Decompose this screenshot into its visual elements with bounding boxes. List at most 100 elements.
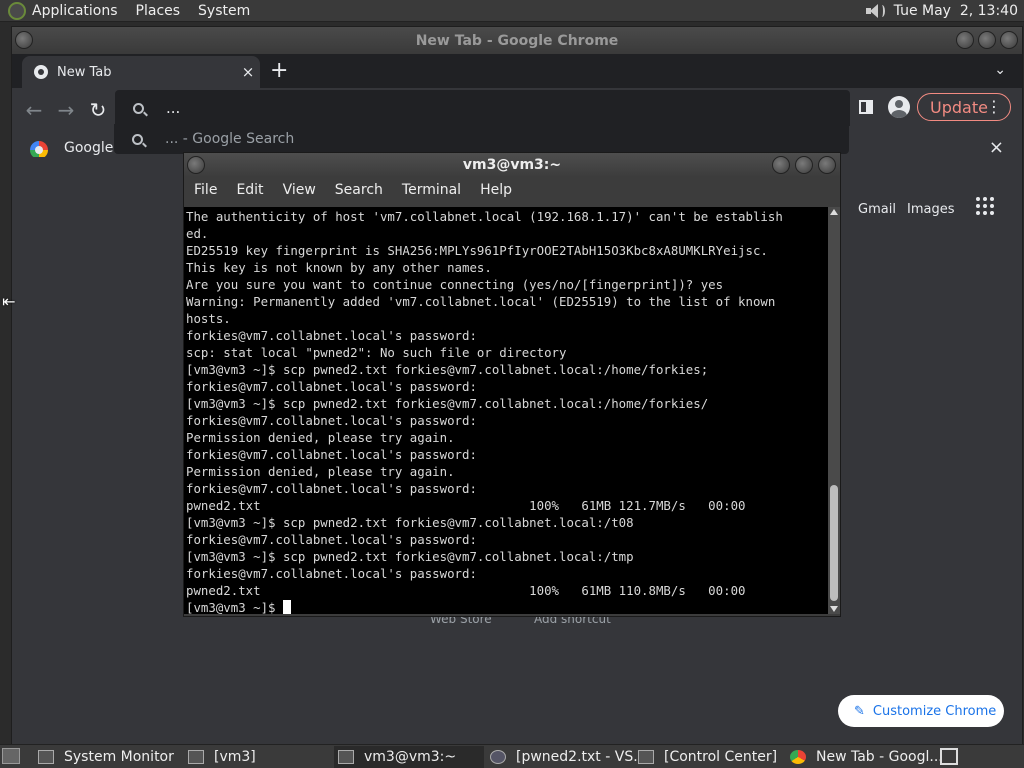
chrome-window-title: New Tab - Google Chrome <box>415 32 619 49</box>
side-panel-icon[interactable] <box>859 100 873 114</box>
address-bar[interactable]: ... <box>115 90 850 126</box>
terminal-line: forkies@vm7.collabnet.local's password: <box>186 328 477 343</box>
chrome-favicon-icon <box>34 65 48 79</box>
tab-search-icon[interactable]: ⌄ <box>994 62 1006 78</box>
menu-system[interactable]: System <box>198 3 250 19</box>
address-text[interactable]: ... <box>166 99 180 117</box>
terminal-line: [vm3@vm3 ~]$ scp pwned2.txt forkies@vm7.… <box>186 396 709 411</box>
scrollbar-thumb[interactable] <box>830 485 838 601</box>
terminal-window: vm3@vm3:~ File Edit View Search Terminal… <box>183 152 841 617</box>
menu-edit[interactable]: Edit <box>236 182 263 198</box>
workspace-switcher-icon[interactable] <box>940 748 958 765</box>
terminal-line: forkies@vm7.collabnet.local's password: <box>186 566 477 581</box>
terminal-line: [vm3@vm3 ~]$ scp pwned2.txt forkies@vm7.… <box>186 515 634 530</box>
profile-avatar-icon[interactable] <box>888 96 910 118</box>
minimize-icon[interactable] <box>772 156 790 174</box>
terminal-line: This key is not known by any other names… <box>186 260 492 275</box>
folder-icon <box>188 750 204 764</box>
menu-search[interactable]: Search <box>335 182 383 198</box>
terminal-prompt-line[interactable]: [vm3@vm3 ~]$ <box>186 599 828 614</box>
images-link[interactable]: Images <box>907 202 955 217</box>
gmail-link[interactable]: Gmail <box>858 202 896 217</box>
terminal-line: forkies@vm7.collabnet.local's password: <box>186 379 477 394</box>
reload-button[interactable]: ↻ <box>86 98 110 122</box>
terminal-line: pwned2.txt 100% 61MB 110.8MB/s 00:00 <box>186 583 746 598</box>
terminal-title: vm3@vm3:~ <box>462 157 562 173</box>
terminal-line: scp: stat local "pwned2": No such file o… <box>186 345 567 360</box>
suggestion-text[interactable]: ... - Google Search <box>165 131 294 147</box>
maximize-icon[interactable] <box>795 156 813 174</box>
terminal-line: Permission denied, please try again. <box>186 430 455 445</box>
google-apps-icon[interactable] <box>976 197 994 215</box>
task-label: vm3@vm3:~ <box>364 749 457 765</box>
terminal-line: forkies@vm7.collabnet.local's password: <box>186 413 477 428</box>
chrome-icon <box>790 750 806 764</box>
terminal-line: The authenticity of host 'vm7.collabnet.… <box>186 209 783 224</box>
new-tab-button[interactable]: + <box>270 60 288 82</box>
menu-terminal[interactable]: Terminal <box>402 182 461 198</box>
distro-logo-icon[interactable] <box>8 1 26 20</box>
task-vm3-folder[interactable]: [vm3] <box>188 746 256 768</box>
bookmark-google[interactable]: Google <box>64 140 113 156</box>
taskbar: System Monitor [vm3] vm3@vm3:~ [pwned2.t… <box>0 744 1024 768</box>
minimize-icon[interactable] <box>956 31 974 49</box>
resize-cursor-icon: ⇤ <box>2 292 16 311</box>
back-button[interactable]: ← <box>22 98 46 122</box>
terminal-line: forkies@vm7.collabnet.local's password: <box>186 447 477 462</box>
terminal-line: [vm3@vm3 ~]$ scp pwned2.txt forkies@vm7.… <box>186 362 709 377</box>
scroll-up-icon[interactable] <box>830 209 838 215</box>
customize-chrome-button[interactable]: ✎ Customize Chrome <box>838 695 1004 727</box>
forward-button[interactable]: → <box>54 98 78 122</box>
terminal-scrollbar[interactable] <box>828 207 840 614</box>
chrome-titlebar[interactable]: New Tab - Google Chrome <box>12 27 1022 54</box>
close-window-icon[interactable] <box>818 156 836 174</box>
task-chrome[interactable]: New Tab - Googl... <box>790 746 943 768</box>
terminal-line: Warning: Permanently added 'vm7.collabne… <box>186 294 776 309</box>
terminal-line: ed. <box>186 226 209 241</box>
task-terminal[interactable]: vm3@vm3:~ <box>334 746 484 768</box>
tab-label: New Tab <box>57 64 112 80</box>
menu-applications[interactable]: Applications <box>32 3 118 19</box>
top-panel: Applications Places System Tue May 2, 13… <box>0 0 1024 22</box>
pencil-icon: ✎ <box>854 703 865 719</box>
task-label: System Monitor <box>64 749 174 765</box>
terminal-line: ED25519 key fingerprint is SHA256:MPLYs9… <box>186 243 768 258</box>
volume-icon[interactable] <box>864 2 886 20</box>
close-window-icon[interactable] <box>1000 31 1018 49</box>
terminal-line: Permission denied, please try again. <box>186 464 455 479</box>
terminal-menubar: File Edit View Search Terminal Help <box>184 177 840 203</box>
show-desktop-icon[interactable] <box>2 748 20 764</box>
task-label: New Tab - Googl... <box>816 749 943 765</box>
terminal-cursor <box>282 600 291 614</box>
chrome-menu-icon[interactable]: ⋮ <box>986 97 1002 116</box>
task-label: [pwned2.txt - VS... <box>516 749 647 765</box>
tab-close-icon[interactable]: × <box>236 63 260 81</box>
terminal-titlebar[interactable]: vm3@vm3:~ <box>184 153 840 177</box>
update-label: Update <box>930 97 988 117</box>
update-button[interactable]: Update ⋮ <box>917 93 1011 121</box>
customize-label: Customize Chrome <box>872 703 997 719</box>
tab-new-tab[interactable]: New Tab × <box>22 56 260 88</box>
control-center-icon <box>638 750 654 764</box>
menu-places[interactable]: Places <box>136 3 181 19</box>
task-label: [vm3] <box>214 749 256 765</box>
window-menu-icon[interactable] <box>187 156 205 174</box>
search-icon <box>132 133 143 145</box>
task-vscode[interactable]: [pwned2.txt - VS... <box>490 746 647 768</box>
terminal-line: hosts. <box>186 311 231 326</box>
task-label: [Control Center] <box>664 749 778 765</box>
task-control-center[interactable]: [Control Center] <box>638 746 777 768</box>
menu-view[interactable]: View <box>283 182 316 198</box>
menu-file[interactable]: File <box>194 182 217 198</box>
window-menu-icon[interactable] <box>15 31 33 49</box>
clock[interactable]: Tue May 2, 13:40 <box>894 3 1018 19</box>
close-icon[interactable]: × <box>989 137 1004 158</box>
task-system-monitor[interactable]: System Monitor <box>38 746 174 768</box>
omnibox-suggestion[interactable]: ... - Google Search <box>114 124 849 154</box>
terminal-output[interactable]: The authenticity of host 'vm7.collabnet.… <box>184 207 830 614</box>
scroll-down-icon[interactable] <box>830 606 838 612</box>
maximize-icon[interactable] <box>978 31 996 49</box>
terminal-line: forkies@vm7.collabnet.local's password: <box>186 481 477 496</box>
terminal-icon <box>338 750 354 764</box>
menu-help[interactable]: Help <box>480 182 512 198</box>
